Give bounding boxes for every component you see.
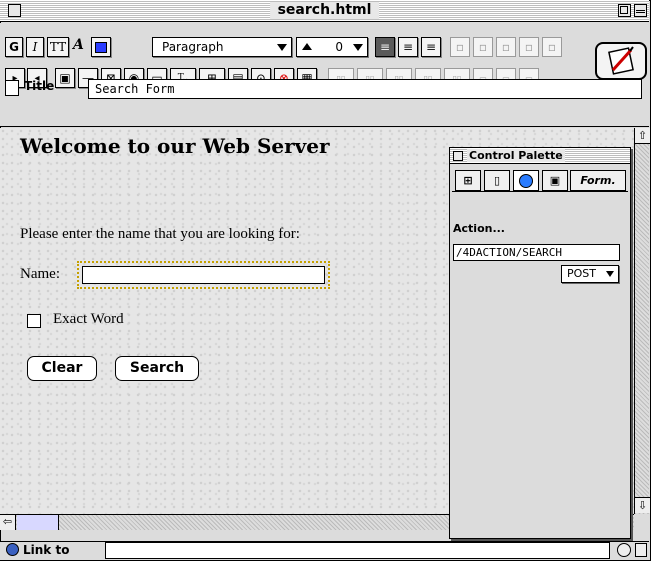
image-tab-icon: ▣ bbox=[549, 174, 561, 187]
align-right-button[interactable]: ≡ bbox=[421, 37, 441, 57]
align-left-button[interactable]: ≡ bbox=[375, 37, 395, 57]
scroll-down-arrow-icon[interactable]: ⇩ bbox=[635, 497, 650, 513]
align-center-button[interactable]: ≡ bbox=[398, 37, 418, 57]
teletype-button[interactable]: TT bbox=[47, 37, 69, 57]
image-wrap-icon: ▫ bbox=[547, 40, 557, 54]
method-select[interactable]: POST bbox=[561, 265, 619, 283]
action-field[interactable]: /4DACTION/SEARCH bbox=[453, 244, 620, 261]
action-label: Action... bbox=[453, 222, 505, 235]
font-size-value: 0 bbox=[335, 40, 343, 54]
image-align-bottom-button[interactable]: ▫ bbox=[496, 37, 516, 57]
zoom-box[interactable] bbox=[618, 4, 631, 17]
scroll-left-arrow-icon[interactable]: ⇦ bbox=[0, 515, 16, 530]
color-swatch-icon bbox=[95, 41, 107, 53]
exact-word-checkbox[interactable] bbox=[27, 314, 41, 328]
close-box[interactable] bbox=[8, 4, 21, 17]
palette-close-box[interactable] bbox=[453, 151, 463, 161]
chevron-down-icon bbox=[277, 44, 287, 51]
font-label: A bbox=[73, 37, 84, 53]
scroll-thumb[interactable] bbox=[17, 515, 59, 530]
palette-body bbox=[452, 191, 628, 536]
table-tab-icon: ⊞ bbox=[463, 174, 473, 187]
palette-title-bar[interactable]: Control Palette bbox=[449, 147, 631, 164]
link-to-field[interactable] bbox=[105, 542, 610, 559]
align-center-icon: ≡ bbox=[402, 40, 414, 54]
search-button[interactable]: Search bbox=[115, 356, 199, 381]
image-middle-icon: ▫ bbox=[478, 40, 488, 54]
bold-button[interactable]: G bbox=[5, 37, 23, 57]
palette-tab-cell[interactable]: ▯ bbox=[484, 170, 510, 191]
exact-word-label: Exact Word bbox=[53, 311, 124, 327]
link-to-label: Link to bbox=[23, 543, 70, 557]
method-value: POST bbox=[567, 267, 596, 280]
collapse-box[interactable] bbox=[634, 4, 647, 17]
scroll-up-arrow-icon[interactable]: ⇧ bbox=[635, 128, 650, 144]
edit-source-button[interactable] bbox=[595, 42, 647, 80]
vertical-scrollbar[interactable]: ⇧ ⇩ bbox=[634, 128, 650, 514]
document-title-icon bbox=[5, 80, 19, 96]
palette-title: Control Palette bbox=[467, 149, 565, 162]
clear-button[interactable]: Clear bbox=[27, 356, 97, 381]
search-prompt-text: Please enter the name that you are looki… bbox=[20, 226, 300, 242]
align-left-icon: ≡ bbox=[379, 40, 391, 54]
paragraph-style-select[interactable]: Paragraph bbox=[152, 37, 292, 57]
globe-icon bbox=[6, 543, 19, 556]
name-input[interactable] bbox=[77, 261, 330, 289]
italic-button[interactable]: I bbox=[26, 37, 44, 57]
page-heading: Welcome to our Web Server bbox=[20, 134, 330, 158]
image-wrap-right-button[interactable]: ▫ bbox=[542, 37, 562, 57]
notepad-pencil-icon bbox=[608, 46, 634, 75]
align-right-icon: ≡ bbox=[425, 40, 437, 54]
target-icon[interactable] bbox=[617, 543, 631, 557]
font-size-stepper[interactable]: 0 bbox=[296, 37, 368, 57]
image-align-middle-button[interactable]: ▫ bbox=[473, 37, 493, 57]
chevron-down-icon bbox=[353, 44, 363, 51]
name-label: Name: bbox=[20, 266, 60, 282]
paragraph-style-value: Paragraph bbox=[162, 40, 224, 54]
title-field[interactable]: Search Form bbox=[88, 79, 642, 99]
color-button[interactable] bbox=[91, 37, 111, 57]
form-tab-icon bbox=[519, 174, 533, 188]
grow-box[interactable] bbox=[635, 543, 647, 557]
insert-image-button[interactable]: ▣ bbox=[55, 68, 75, 88]
image-wrap-icon: ▫ bbox=[524, 40, 534, 54]
name-input-field[interactable] bbox=[82, 266, 325, 284]
cell-tab-icon: ▯ bbox=[493, 174, 501, 187]
editor-toolbar: G I TT A Paragraph 0 ≡ ≡ ≡ ▫ ▫ ▫ ▫ ▫ ▸ ◂… bbox=[0, 23, 649, 127]
image-top-icon: ▫ bbox=[455, 40, 465, 54]
palette-tab-form[interactable] bbox=[513, 170, 539, 191]
palette-tab-form-label[interactable]: Form. bbox=[570, 170, 626, 191]
title-label: Title bbox=[24, 79, 55, 93]
arrow-up-icon bbox=[302, 43, 312, 50]
image-align-top-button[interactable]: ▫ bbox=[450, 37, 470, 57]
window-title: search.html bbox=[269, 2, 380, 19]
title-bar[interactable]: search.html bbox=[0, 0, 649, 22]
chevron-down-icon bbox=[606, 271, 614, 277]
palette-tab-table[interactable]: ⊞ bbox=[455, 170, 481, 191]
image-wrap-left-button[interactable]: ▫ bbox=[519, 37, 539, 57]
image-bottom-icon: ▫ bbox=[501, 40, 511, 54]
palette-tab-image[interactable]: ▣ bbox=[542, 170, 568, 191]
image-icon: ▣ bbox=[59, 71, 71, 85]
